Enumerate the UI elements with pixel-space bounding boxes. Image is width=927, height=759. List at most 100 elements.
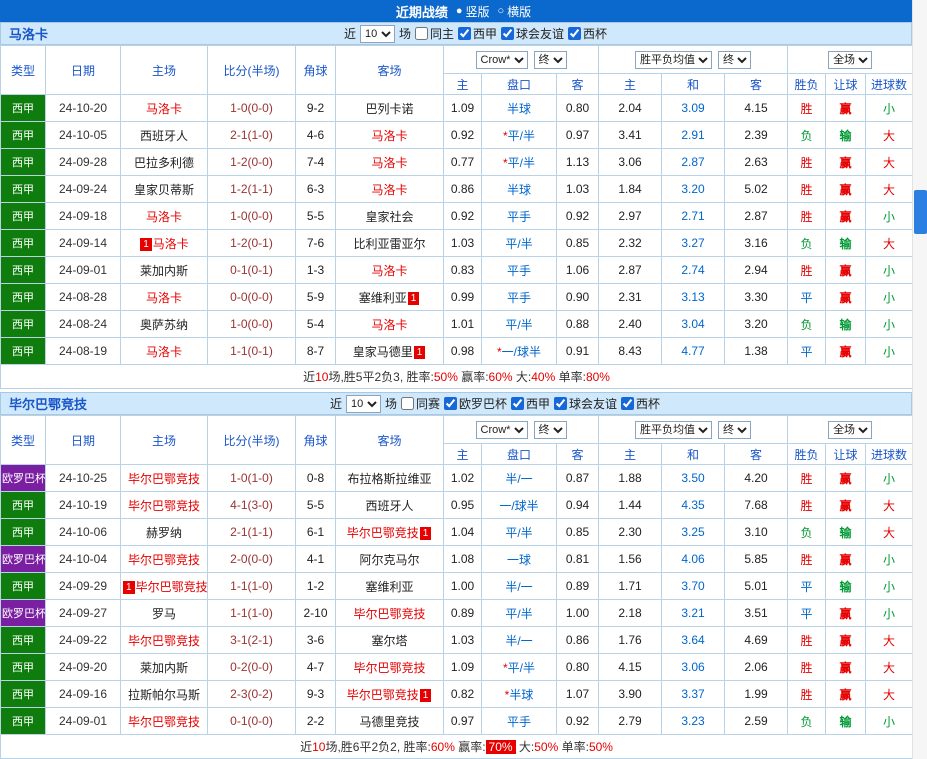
team-label: 塞维利亚 (358, 290, 407, 305)
checkbox-input[interactable] (400, 397, 414, 410)
away-team-cell: 巴列卡诺 (335, 94, 444, 122)
sections-container: 马洛卡近 10 场同主 西甲 球会友谊 西杯 类型 日期 主场 比分(半场) 角球 客场 Crow* 终胜… (0, 22, 914, 759)
sub-column-header: 客 (724, 73, 789, 95)
team-label: 马洛卡 (371, 317, 408, 332)
scrollbar-track[interactable] (912, 0, 927, 759)
away-team-cell: 比利亚雷亚尔 (335, 229, 444, 257)
league-cell: 西甲 (0, 337, 46, 365)
team-label: 马洛卡 (371, 128, 408, 143)
ah-line-cell: 平/半 (481, 310, 557, 338)
handicap-result-cell: 输 (825, 707, 867, 735)
odds-select[interactable]: 终 (718, 420, 752, 439)
corners-cell: 7-4 (295, 148, 336, 176)
overunder-cell: 大 (865, 121, 914, 149)
handicap-result-cell: 赢 (825, 256, 867, 284)
result-cell: 胜 (787, 148, 827, 176)
filter-checkbox[interactable]: 西杯 (621, 395, 660, 412)
summary-segment: 大: (515, 740, 535, 754)
odds-select[interactable]: 胜平负均值 (635, 50, 713, 69)
ah-home-odds: 0.86 (443, 175, 482, 203)
summary-segment: 50% (534, 740, 559, 754)
date-cell: 24-08-19 (45, 337, 121, 365)
checkbox-input[interactable] (501, 27, 515, 40)
checkbox-input[interactable] (511, 397, 525, 410)
corners-cell: 0-8 (295, 464, 336, 492)
handicap-result-cell: 赢 (825, 283, 867, 311)
odds-select[interactable]: 全场 (828, 420, 873, 439)
away-team-cell: 马洛卡 (335, 310, 444, 338)
summary-segment: 胜率: (403, 740, 431, 754)
ah-away-odds: 0.97 (555, 121, 600, 149)
sub-column-header: 让球 (825, 73, 867, 95)
checkbox-input[interactable] (621, 397, 635, 410)
odds-select[interactable]: 终 (533, 420, 567, 439)
filter-checkbox[interactable]: 欧罗巴杯 (444, 395, 507, 412)
odds-select[interactable]: 终 (533, 50, 567, 69)
date-cell: 24-09-22 (45, 626, 121, 654)
league-cell: 西甲 (0, 518, 46, 546)
checkbox-input[interactable] (568, 27, 582, 40)
summary-segment: 10 (312, 740, 326, 754)
odds-select[interactable]: Crow* (475, 420, 528, 439)
summary-segment: 50% (433, 370, 458, 384)
odds-select[interactable]: 终 (718, 50, 752, 69)
date-cell: 24-09-18 (45, 202, 121, 230)
filter-checkbox[interactable]: 球会友谊 (554, 395, 617, 412)
filter-checkbox[interactable]: 西杯 (568, 25, 607, 42)
eu-home-odds: 2.30 (598, 518, 663, 546)
checkbox-input[interactable] (458, 27, 471, 40)
scrollbar-thumb[interactable] (914, 190, 927, 234)
sub-column-header: 和 (661, 73, 726, 95)
overunder-cell: 大 (865, 680, 914, 708)
odds-select[interactable]: 全场 (828, 50, 873, 69)
corners-cell: 4-6 (295, 121, 336, 149)
filter-checkbox[interactable]: 西甲 (458, 25, 497, 42)
ah-away-odds: 0.87 (555, 464, 600, 492)
match-row: 西甲 24-08-24 奥萨苏纳 1-0(0-0) 5-4 马洛卡 1.01 平/半 0.88 2… (0, 310, 914, 338)
away-team-cell: 西班牙人 (335, 491, 444, 519)
eu-away-odds: 7.68 (724, 491, 789, 519)
sub-column-header: 主 (443, 443, 482, 465)
filter-checkbox[interactable]: 同主 (414, 25, 454, 42)
eu-home-odds: 1.88 (598, 464, 663, 492)
checkbox-label: 同主 (429, 27, 454, 41)
sub-column-header: 盘口 (481, 73, 557, 95)
summary-segment: 50% (588, 740, 613, 754)
odds-group-header: 胜平负均值终 (598, 45, 789, 74)
filter-checkbox[interactable]: 同赛 (400, 395, 440, 412)
score-cell: 0-1(0-0) (207, 707, 296, 735)
checkbox-input[interactable] (444, 397, 457, 410)
match-count-select[interactable]: 10 (345, 394, 381, 413)
ah-line-cell: 半/一 (481, 464, 557, 492)
result-cell: 胜 (787, 653, 827, 681)
eu-away-odds: 3.51 (724, 599, 789, 627)
team-label: 马德里竞技 (359, 714, 420, 729)
date-cell: 24-10-06 (45, 518, 121, 546)
league-cell: 西甲 (0, 310, 46, 338)
match-count-select[interactable]: 10 (359, 24, 395, 43)
result-cell: 胜 (787, 491, 827, 519)
layout-radio-horizontal[interactable]: ○ 横版 (498, 3, 532, 20)
corners-cell: 2-2 (295, 707, 336, 735)
filter-checkbox[interactable]: 球会友谊 (501, 25, 564, 42)
overunder-cell: 小 (865, 283, 914, 311)
eu-draw-odds: 2.87 (661, 148, 726, 176)
overunder-cell: 小 (865, 545, 914, 573)
layout-radio-vertical[interactable]: ● 竖版 (456, 3, 490, 20)
odds-select[interactable]: Crow* (475, 50, 528, 69)
date-cell: 24-09-29 (45, 572, 121, 600)
date-cell: 24-09-16 (45, 680, 121, 708)
odds-select[interactable]: 胜平负均值 (635, 420, 713, 439)
checkbox-input[interactable] (414, 27, 428, 40)
away-team-cell: 马洛卡 (335, 148, 444, 176)
ah-line-cell: 半球 (481, 175, 557, 203)
checkbox-input[interactable] (554, 397, 568, 410)
home-team-cell: 莱加内斯 (120, 653, 208, 681)
changed-line-star: * (504, 687, 510, 702)
odds-group-header: Crow* 终 (442, 415, 600, 444)
eu-draw-odds: 3.13 (661, 283, 726, 311)
filter-checkbox[interactable]: 西甲 (511, 395, 550, 412)
away-team-cell: 马洛卡 (335, 175, 444, 203)
match-row: 西甲 24-09-18 马洛卡 1-0(0-0) 5-5 皇家社会 0.92 平手 0.92 2.… (0, 202, 914, 230)
team-label: 毕尔巴鄂竞技 (353, 660, 426, 675)
